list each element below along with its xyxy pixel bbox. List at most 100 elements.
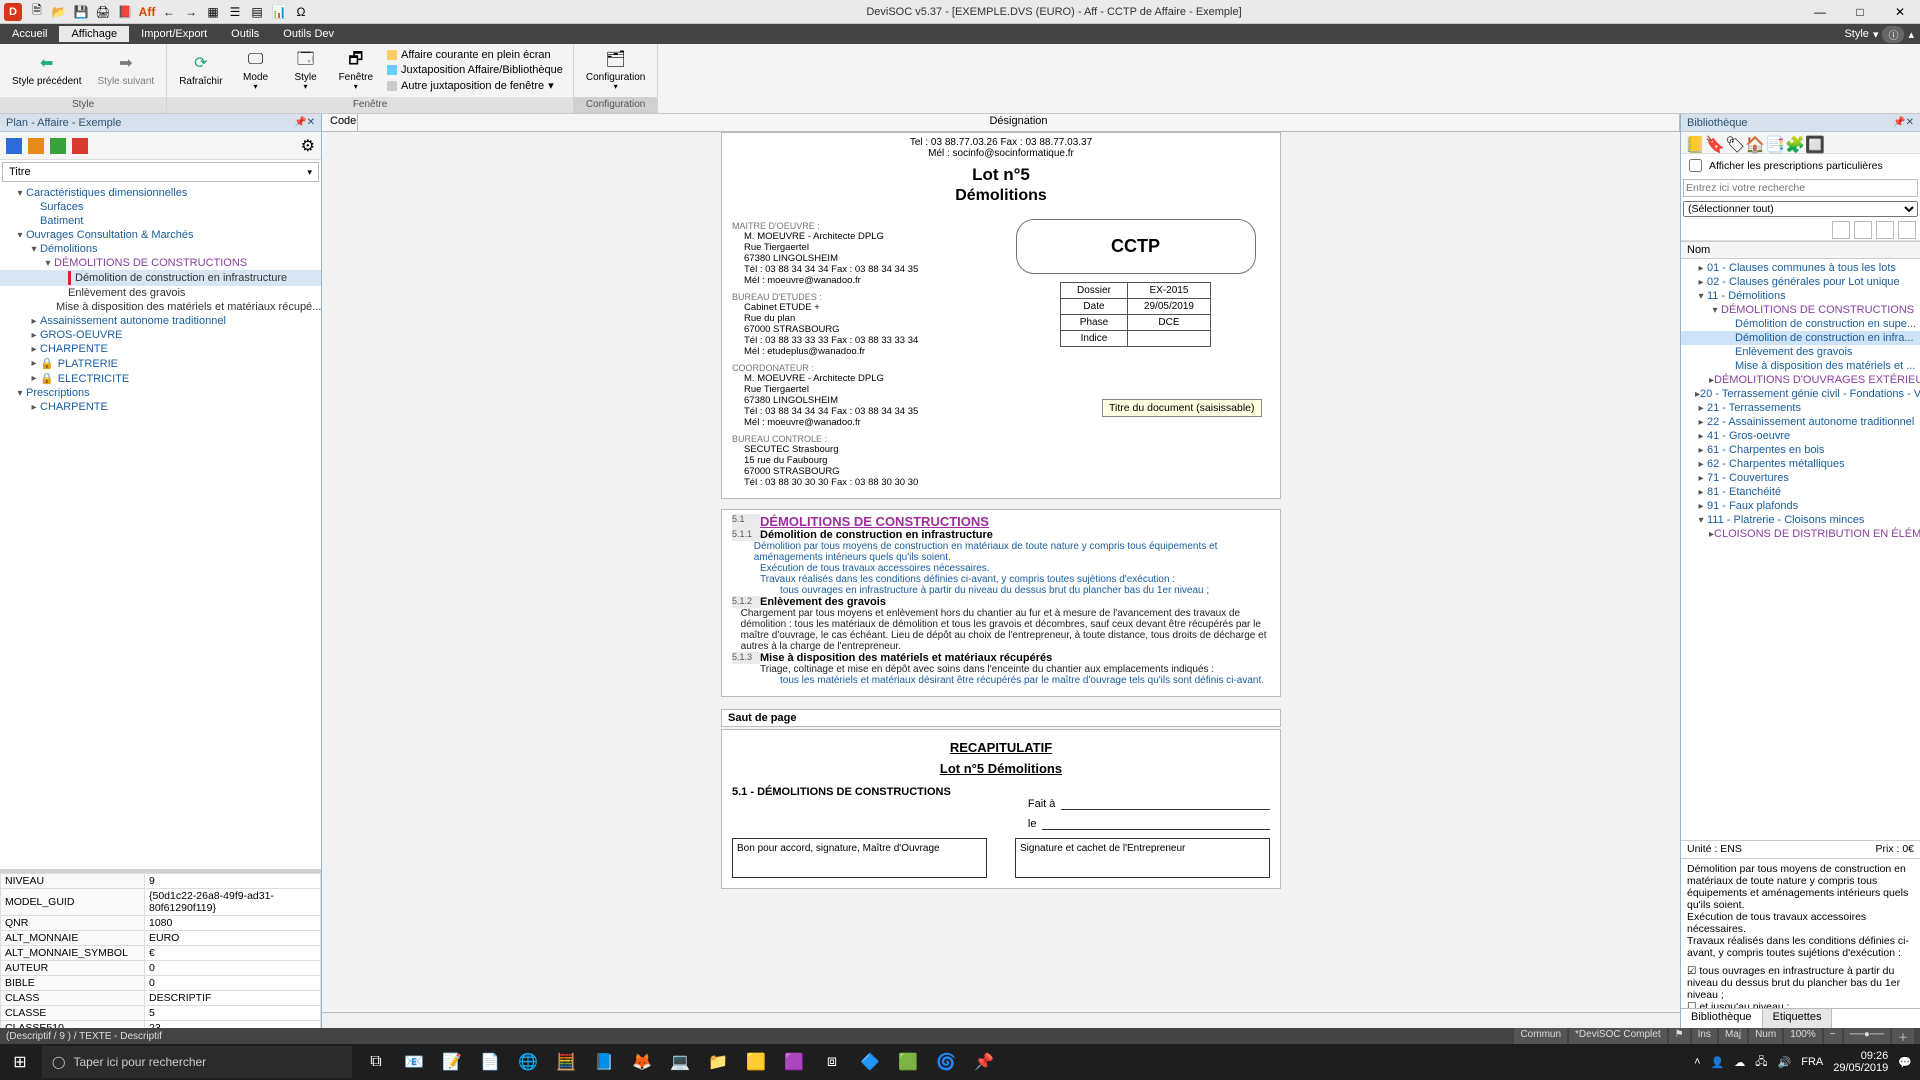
doc-scroll[interactable]: Tel : 03 88.77.03.26 Fax : 03 88.77.03.3… [322, 132, 1680, 1012]
notepad-icon[interactable]: 📄 [474, 1046, 506, 1078]
grid-icon[interactable]: ▦ [206, 5, 220, 19]
bib-icon-5[interactable]: 📑 [1765, 135, 1781, 151]
filter-green-icon[interactable] [50, 138, 66, 154]
app-icon-4[interactable]: 🟪 [778, 1046, 810, 1078]
bib-search-input[interactable] [1683, 179, 1918, 197]
plan-tree-item[interactable]: ▾Prescriptions [0, 386, 321, 400]
status-zoom-in[interactable]: ＋ [1892, 1028, 1914, 1045]
bib-tree-item[interactable]: Démolition de construction en supe... [1681, 317, 1920, 331]
plan-tree-item[interactable]: Mise à disposition des matériels et maté… [0, 300, 321, 314]
bib-icon-6[interactable]: 🧩 [1785, 135, 1801, 151]
menu-outils[interactable]: Outils [219, 26, 271, 42]
status-zoom-slider[interactable]: ──●── [1844, 1028, 1890, 1045]
save-icon[interactable]: 💾 [74, 5, 88, 19]
pdf-icon[interactable]: 📕 [118, 5, 132, 19]
new-icon[interactable]: 🗎 [30, 5, 44, 19]
other-juxt-option[interactable]: Autre juxtaposition de fenêtre ▾ [383, 78, 567, 93]
plan-tree-item[interactable]: Démolition de construction en infrastruc… [0, 270, 321, 286]
bib-tree-item[interactable]: ▸71 - Couvertures [1681, 471, 1920, 485]
tray-sound-icon[interactable]: 🔊 [1778, 1056, 1792, 1069]
bib-view-2[interactable] [1854, 221, 1872, 239]
menu-outils-dev[interactable]: Outils Dev [271, 26, 346, 42]
tray-up-icon[interactable]: ˄ [1694, 1056, 1700, 1068]
bib-tree-item[interactable]: Mise à disposition des matériels et ... [1681, 359, 1920, 373]
bib-icon-1[interactable]: 📒 [1685, 135, 1701, 151]
mode-button[interactable]: 🖵Mode▾ [233, 48, 279, 94]
firefox-icon[interactable]: 🦊 [626, 1046, 658, 1078]
filter-blue-icon[interactable] [6, 138, 22, 154]
status-zoom-out[interactable]: − [1824, 1028, 1842, 1045]
bib-tree-item[interactable]: Démolition de construction en infra... [1681, 331, 1920, 345]
vs-icon[interactable]: ⧈ [816, 1046, 848, 1078]
plan-tree-item[interactable]: ▾DÉMOLITIONS DE CONSTRUCTIONS [0, 256, 321, 270]
config-button[interactable]: 🗂Configuration▾ [580, 48, 651, 94]
bib-tree-item[interactable]: ▸CLOISONS DE DISTRIBUTION EN ÉLÉMENTS ..… [1681, 527, 1920, 541]
app-icon-6[interactable]: 🟩 [892, 1046, 924, 1078]
filter-red-icon[interactable] [72, 138, 88, 154]
status-commun[interactable]: Commun [1514, 1028, 1567, 1045]
bib-tree-item[interactable]: ▸91 - Faux plafonds [1681, 499, 1920, 513]
style-dropdown-label[interactable]: Style [1844, 28, 1868, 40]
bib-icon-4[interactable]: 🏠 [1745, 135, 1761, 151]
bib-prescriptions-checkbox[interactable]: Afficher les prescriptions particulières [1681, 154, 1920, 177]
style-prev-button[interactable]: ⬅Style précédent [6, 52, 88, 89]
juxt-option[interactable]: Juxtaposition Affaire/Bibliothèque [383, 63, 567, 77]
tray-clock[interactable]: 09:2629/05/2019 [1833, 1050, 1888, 1074]
bib-tree-item[interactable]: ▸02 - Clauses générales pour Lot unique [1681, 275, 1920, 289]
bib-tree-item[interactable]: ▸01 - Clauses communes à tous les lots [1681, 261, 1920, 275]
status-devisoc[interactable]: *DeviSOC Complet [1569, 1028, 1667, 1045]
status-flag[interactable]: ⚑ [1669, 1028, 1690, 1045]
bib-tree-item[interactable]: ▸61 - Charpentes en bois [1681, 443, 1920, 457]
bib-select-all[interactable]: (Sélectionner tout) [1683, 201, 1918, 217]
menu-affichage[interactable]: Affichage [59, 26, 129, 42]
bib-tree-item[interactable]: ▾11 - Démolitions [1681, 289, 1920, 303]
close-button[interactable]: ✕ [1880, 0, 1920, 24]
plan-tree-item[interactable]: Surfaces [0, 200, 321, 214]
bib-tree-item[interactable]: ▸21 - Terrassements [1681, 401, 1920, 415]
table-icon[interactable]: ▤ [250, 5, 264, 19]
unpin-icon[interactable]: 📌 [294, 117, 306, 128]
doc-title-box[interactable]: CCTP [1016, 219, 1256, 274]
bib-column-name[interactable]: Nom [1681, 241, 1920, 259]
fwd-icon[interactable]: → [184, 5, 198, 19]
list-icon[interactable]: ☰ [228, 5, 242, 19]
bib-tree[interactable]: ▸01 - Clauses communes à tous les lots▸0… [1681, 259, 1920, 840]
bib-view-3[interactable] [1876, 221, 1894, 239]
bib-icon-3[interactable]: 🏷 [1725, 135, 1741, 151]
doc-hscroll[interactable] [322, 1012, 1680, 1028]
app-icon-7[interactable]: 🌀 [930, 1046, 962, 1078]
tray-people-icon[interactable]: 👤 [1711, 1056, 1725, 1069]
explorer-icon[interactable]: 📁 [702, 1046, 734, 1078]
bib-tree-item[interactable]: ▸20 - Terrassement génie civil - Fondati… [1681, 387, 1920, 401]
app-icon-3[interactable]: 🟨 [740, 1046, 772, 1078]
bib-tree-item[interactable]: ▾DÉMOLITIONS DE CONSTRUCTIONS [1681, 303, 1920, 317]
tray-lang[interactable]: FRA [1801, 1056, 1823, 1068]
tray-cloud-icon[interactable]: ☁ [1734, 1056, 1745, 1069]
bib-tree-item[interactable]: ▸DÉMOLITIONS D'OUVRAGES EXTÉRIEURS AU... [1681, 373, 1920, 387]
plan-tree-item[interactable]: ▸CHARPENTE [0, 400, 321, 414]
outlook-icon[interactable]: 📧 [398, 1046, 430, 1078]
open-icon[interactable]: 📂 [52, 5, 66, 19]
panel-close-icon[interactable]: ✕ [307, 117, 315, 128]
task-view-icon[interactable]: ⧉ [360, 1046, 392, 1078]
refresh-button[interactable]: ⟳Rafraîchir [173, 52, 228, 89]
plan-tree-item[interactable]: ▾Démolitions [0, 242, 321, 256]
chart-icon[interactable]: 📊 [272, 5, 286, 19]
app-icon-5[interactable]: 🔷 [854, 1046, 886, 1078]
plan-tree-item[interactable]: Batiment [0, 214, 321, 228]
bib-tree-item[interactable]: ▸81 - Etanchéité [1681, 485, 1920, 499]
calculator-icon[interactable]: 🧮 [550, 1046, 582, 1078]
status-zoom[interactable]: 100% [1784, 1028, 1822, 1045]
back-icon[interactable]: ← [162, 5, 176, 19]
bib-tab-etiquettes[interactable]: Etiquettes [1763, 1009, 1833, 1028]
app-icon-2[interactable]: 💻 [664, 1046, 696, 1078]
bib-close-icon[interactable]: ✕ [1906, 117, 1914, 128]
plan-tree-item[interactable]: ▾Ouvrages Consultation & Marchés [0, 228, 321, 242]
tray-notifications-icon[interactable]: 💬 [1898, 1056, 1912, 1069]
tray-net-icon[interactable]: 🖧 [1755, 1053, 1767, 1072]
plan-tree-item[interactable]: Enlèvement des gravois [0, 286, 321, 300]
start-button[interactable]: ⊞ [0, 1052, 40, 1072]
bib-tree-item[interactable]: ▾111 - Platrerie - Cloisons minces [1681, 513, 1920, 527]
plan-tree[interactable]: ▾Caractéristiques dimensionnellesSurface… [0, 184, 321, 869]
bib-icon-2[interactable]: 🔖 [1705, 135, 1721, 151]
